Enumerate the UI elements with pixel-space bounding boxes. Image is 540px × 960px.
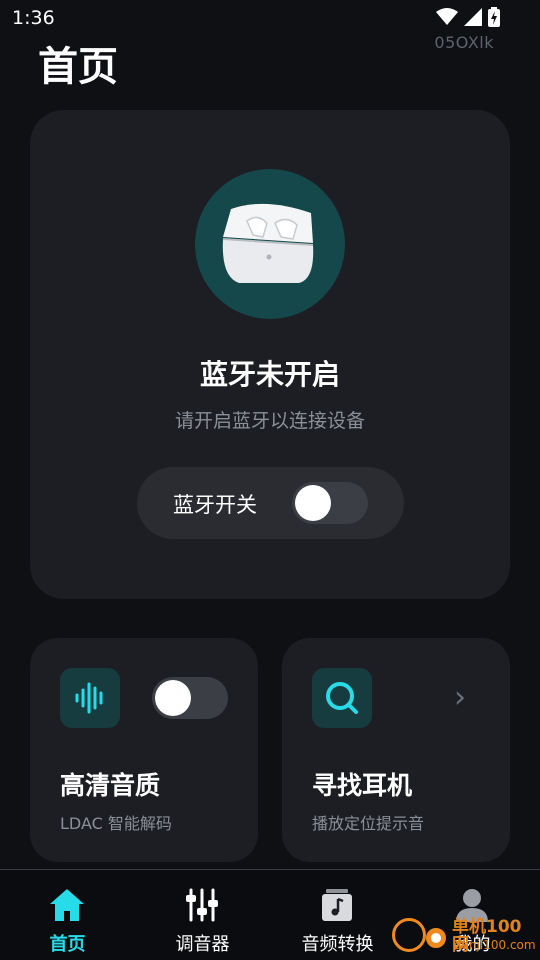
home-icon [50, 889, 84, 921]
hd-audio-subtitle: LDAC 智能解码 [60, 814, 172, 833]
nav-item-tuner[interactable]: 调音器 [135, 870, 270, 960]
bluetooth-status-subtitle: 请开启蓝牙以连接设备 [174, 410, 365, 432]
page-title: 首页 [38, 44, 118, 90]
status-bar: 1:36 [0, 0, 540, 34]
hd-audio-toggle[interactable] [152, 677, 228, 719]
nav-item-home[interactable]: 首页 [0, 870, 135, 960]
equalizer-icon [186, 888, 218, 922]
sound-wave-icon [75, 682, 103, 714]
nav-label: 调音器 [175, 934, 230, 955]
find-earbuds-card[interactable]: › 寻找耳机 播放定位提示音 [282, 638, 510, 862]
bluetooth-card: 蓝牙未开启 请开启蓝牙以连接设备 蓝牙开关 [30, 110, 510, 599]
bluetooth-status-title: 蓝牙未开启 [199, 358, 340, 391]
nav-item-audio-convert[interactable]: 音频转换 [270, 870, 405, 960]
toggle-knob [295, 485, 331, 521]
search-icon [326, 682, 358, 714]
earbuds-illustration [195, 169, 345, 319]
feature-icon-box [60, 668, 120, 728]
status-icons [436, 7, 500, 27]
device-code: 05OXlk [434, 33, 494, 52]
find-earbuds-title: 寻找耳机 [312, 771, 413, 800]
status-time: 1:36 [12, 7, 55, 29]
nav-label: 首页 [49, 934, 86, 955]
watermark-logo: 单机100网 danji100.com [388, 914, 538, 958]
chevron-right-icon: › [454, 680, 466, 715]
signal-icon [464, 8, 482, 26]
toggle-knob [155, 680, 191, 716]
watermark-dot [426, 928, 446, 948]
bluetooth-toggle[interactable] [292, 482, 368, 524]
find-earbuds-subtitle: 播放定位提示音 [312, 814, 425, 833]
wifi-icon [436, 8, 458, 25]
bluetooth-switch-label: 蓝牙开关 [173, 493, 257, 517]
watermark-url: danji100.com [454, 938, 536, 952]
watermark-ring [392, 918, 426, 952]
earbuds-case-icon [222, 203, 314, 283]
music-file-icon [322, 889, 352, 921]
feature-icon-box [312, 668, 372, 728]
hd-audio-title: 高清音质 [60, 771, 161, 800]
battery-icon [488, 7, 500, 27]
hd-audio-card[interactable]: 高清音质 LDAC 智能解码 [30, 638, 258, 862]
nav-label: 音频转换 [301, 934, 374, 955]
bluetooth-switch-row[interactable]: 蓝牙开关 [137, 467, 404, 539]
